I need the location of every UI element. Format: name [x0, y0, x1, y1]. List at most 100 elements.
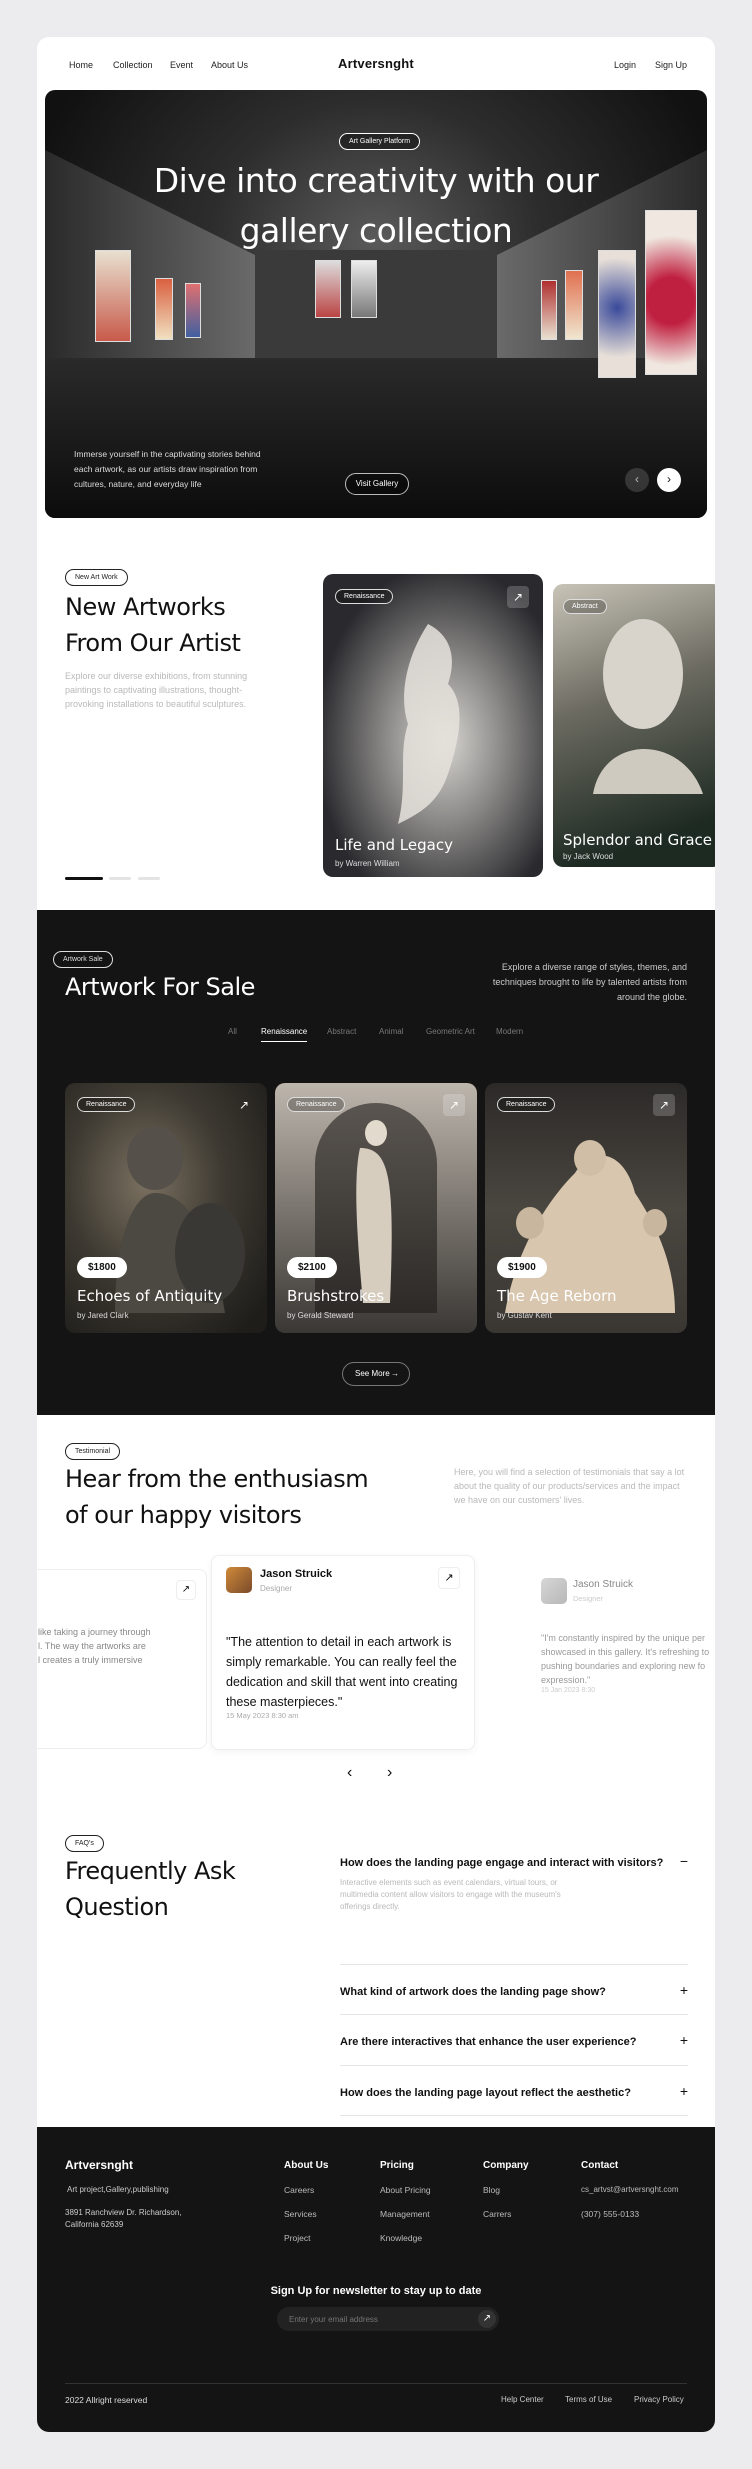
painting	[185, 283, 201, 338]
testimonial-card: ↗ like taking a journey through l. The w…	[37, 1569, 207, 1749]
footer-link[interactable]: About Pricing	[380, 2185, 431, 2195]
slider-indicator-active[interactable]	[65, 877, 103, 880]
footer-link[interactable]: Knowledge	[380, 2233, 422, 2243]
artwork-artist: by Jared Clark	[77, 1311, 129, 1320]
reviewer-name: Jason Struick	[260, 1568, 333, 1580]
artwork-title: The Age Reborn	[497, 1287, 617, 1305]
artwork-tag: Renaissance	[77, 1097, 136, 1112]
plus-icon[interactable]: +	[680, 2032, 688, 2048]
footer-link[interactable]: Careers	[284, 2185, 314, 2195]
tab-all[interactable]: All	[228, 1027, 237, 1036]
visit-gallery-button[interactable]: Visit Gallery	[345, 473, 409, 495]
footer-address: 3891 Ranchview Dr. Richardson, Californi…	[65, 2208, 182, 2229]
faq-item-open[interactable]: How does the landing page engage and int…	[340, 1853, 688, 1965]
faq-question: Are there interactives that enhance the …	[340, 2036, 637, 2048]
signup-link[interactable]: Sign Up	[655, 60, 687, 70]
faq-question: How does the landing page engage and int…	[340, 1857, 664, 1869]
slider-indicator[interactable]	[138, 877, 160, 880]
new-artworks-title: New Artworks From Our Artist	[65, 593, 241, 657]
testimonial-quote: "The attention to detail in each artwork…	[226, 1635, 458, 1709]
hero-badge: Art Gallery Platform	[339, 133, 421, 150]
price-badge: $1800	[77, 1257, 127, 1278]
new-artworks-description: Explore our diverse exhibitions, from st…	[65, 671, 248, 709]
footer-link[interactable]: Blog	[483, 2185, 500, 2195]
footer-link[interactable]: Services	[284, 2209, 317, 2219]
arrow-up-right-icon[interactable]: ↗	[233, 1094, 255, 1116]
testimonial-badge: Testimonial	[65, 1443, 121, 1460]
faq-badge: FAQ's	[65, 1835, 104, 1852]
price-badge: $2100	[287, 1257, 337, 1278]
sale-description: Explore a diverse range of styles, theme…	[492, 962, 687, 1002]
footer-brand[interactable]: Artversnght	[65, 2158, 133, 2172]
plus-icon[interactable]: +	[680, 1982, 688, 1998]
see-more-label: See More	[355, 1369, 390, 1378]
chevron-left-icon[interactable]: ‹	[625, 468, 649, 492]
arrow-up-right-icon[interactable]: ↗	[176, 1580, 196, 1600]
testimonial-card-featured: Jason Struick Designer ↗ "The attention …	[211, 1555, 475, 1750]
testimonial-quote-partial: like taking a journey through l. The way…	[38, 1627, 151, 1665]
tab-renaissance[interactable]: Renaissance	[261, 1027, 308, 1042]
testimonials-description: Here, you will find a selection of testi…	[454, 1467, 685, 1505]
slider-indicator[interactable]	[109, 877, 131, 880]
hero-title: Dive into creativity with our gallery co…	[153, 161, 599, 250]
tab-animal[interactable]: Animal	[379, 1027, 403, 1036]
footer-phone[interactable]: (307) 555-0133	[581, 2209, 639, 2219]
artwork-title: Life and Legacy	[335, 836, 453, 854]
painting	[541, 280, 557, 340]
warrior-statue	[115, 1126, 245, 1313]
minus-icon[interactable]: −	[680, 1853, 688, 1869]
testimonial-card: Jason Struick Designer "I'm constantly i…	[535, 1569, 715, 1747]
newsletter-title: Sign Up for newsletter to stay up to dat…	[270, 2285, 482, 2297]
arrow-up-right-icon[interactable]: ↗	[507, 586, 529, 608]
sale-item-card[interactable]: Renaissance ↗ $2100 Brushstrokes by Gera…	[275, 1083, 477, 1333]
terms-link[interactable]: Terms of Use	[565, 2395, 612, 2404]
footer-link[interactable]: Project	[284, 2233, 310, 2243]
artwork-artist: by Gerald Steward	[287, 1311, 354, 1320]
painting	[315, 260, 341, 318]
bust-figure	[593, 619, 703, 794]
sale-item-card[interactable]: Renaissance ↗ $1800 Echoes of Antiquity …	[65, 1083, 267, 1333]
arrow-up-right-icon[interactable]: ↗	[653, 1094, 675, 1116]
chevron-left-icon[interactable]: ‹	[347, 1764, 352, 1782]
newsletter-email-input[interactable]	[289, 2307, 469, 2331]
footer-col-title: Company	[483, 2160, 529, 2171]
testimonial-date: 15 Jan 2023 8:30	[541, 1687, 596, 1694]
tab-abstract[interactable]: Abstract	[327, 1027, 356, 1036]
login-link[interactable]: Login	[614, 60, 636, 70]
artwork-tag: Renaissance	[287, 1097, 346, 1112]
reviewer-role: Designer	[573, 1594, 604, 1603]
laocoon-sculpture	[505, 1140, 675, 1313]
see-more-button[interactable]: See More →	[342, 1362, 410, 1386]
arrow-up-right-icon[interactable]: ↗	[438, 1567, 460, 1589]
tab-geometric-art[interactable]: Geometric Art	[426, 1027, 475, 1036]
arrow-up-right-icon[interactable]: ↗	[478, 2310, 496, 2328]
footer-col-title: About Us	[284, 2160, 329, 2171]
footer-email[interactable]: cs_artvst@artversnght.com	[581, 2185, 678, 2194]
sale-item-card[interactable]: Renaissance ↗ $1900 The Age Reborn by Gu…	[485, 1083, 687, 1333]
footer-link[interactable]: Management	[380, 2209, 430, 2219]
footer-link[interactable]: Carrers	[483, 2209, 511, 2219]
footer-divider	[65, 2383, 687, 2384]
privacy-link[interactable]: Privacy Policy	[634, 2395, 684, 2404]
chevron-right-icon[interactable]: ›	[657, 468, 681, 492]
hero-description: Immerse yourself in the captivating stor…	[74, 449, 261, 489]
reviewer-role: Designer	[260, 1584, 293, 1593]
sale-badge: Artwork Sale	[53, 951, 113, 968]
arrow-up-right-icon[interactable]: ↗	[443, 1094, 465, 1116]
artwork-tag: Abstract	[563, 599, 607, 614]
faq-item[interactable]: Are there interactives that enhance the …	[340, 2015, 688, 2066]
artwork-card[interactable]: Abstract Splendor and Grace by Jack Wood	[553, 584, 715, 867]
artwork-artist: by Jack Wood	[563, 852, 614, 861]
newsletter-form: ↗	[277, 2307, 499, 2331]
chevron-right-icon[interactable]: ›	[387, 1764, 392, 1782]
plus-icon[interactable]: +	[680, 2083, 688, 2099]
faq-answer: Interactive elements such as event calen…	[340, 1878, 561, 1911]
artwork-title: Echoes of Antiquity	[77, 1287, 223, 1305]
tab-modern[interactable]: Modern	[496, 1027, 523, 1036]
faq-item[interactable]: What kind of artwork does the landing pa…	[340, 1965, 688, 2015]
artwork-card[interactable]: Renaissance ↗ Life and Legacy by Warren …	[323, 574, 543, 877]
price-badge: $1900	[497, 1257, 547, 1278]
help-center-link[interactable]: Help Center	[501, 2395, 544, 2404]
faq-item[interactable]: How does the landing page layout reflect…	[340, 2066, 688, 2116]
classical-statue	[356, 1120, 392, 1303]
